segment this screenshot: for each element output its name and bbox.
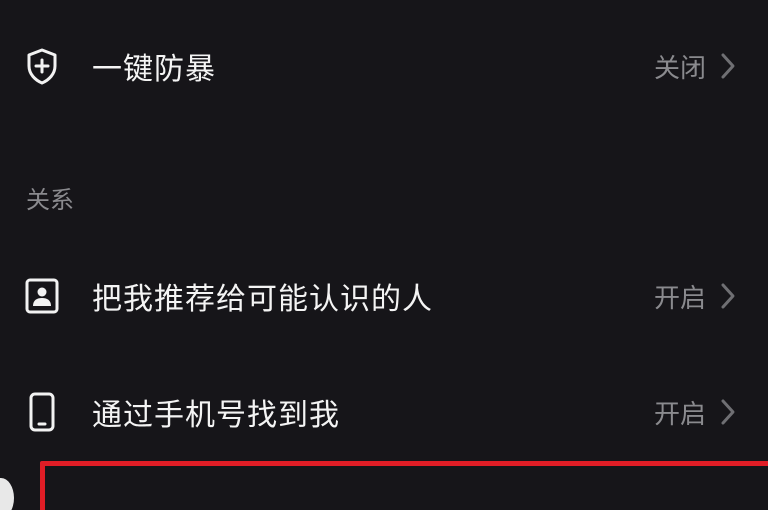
- section-header-relationship: 关系: [26, 186, 74, 214]
- settings-row-label: 一键防暴: [92, 52, 216, 87]
- settings-row-recommend[interactable]: 把我推荐给可能认识的人 开启: [0, 256, 768, 336]
- privacy-settings-screen: 一键防暴 关闭 关系 把我推荐给可能认识的人 开启 通过手机号找到我 开启: [0, 0, 768, 510]
- chevron-right-icon: [718, 281, 738, 311]
- settings-row-anti-harassment[interactable]: 一键防暴 关闭: [0, 26, 768, 106]
- settings-row-value: 开启: [653, 399, 706, 430]
- highlight-annotation-box: [40, 461, 768, 510]
- phone-icon: [22, 392, 62, 432]
- edge-partial-element: [0, 478, 14, 510]
- contact-card-icon: [22, 276, 62, 316]
- settings-row-value: 开启: [653, 283, 706, 314]
- shield-plus-icon: [22, 46, 62, 86]
- settings-row-label: 把我推荐给可能认识的人: [92, 282, 433, 317]
- chevron-right-icon: [718, 51, 738, 81]
- settings-row-find-by-phone[interactable]: 通过手机号找到我 开启: [0, 372, 768, 452]
- settings-row-value: 关闭: [653, 53, 706, 84]
- settings-row-label: 通过手机号找到我: [92, 398, 340, 433]
- chevron-right-icon: [718, 397, 738, 427]
